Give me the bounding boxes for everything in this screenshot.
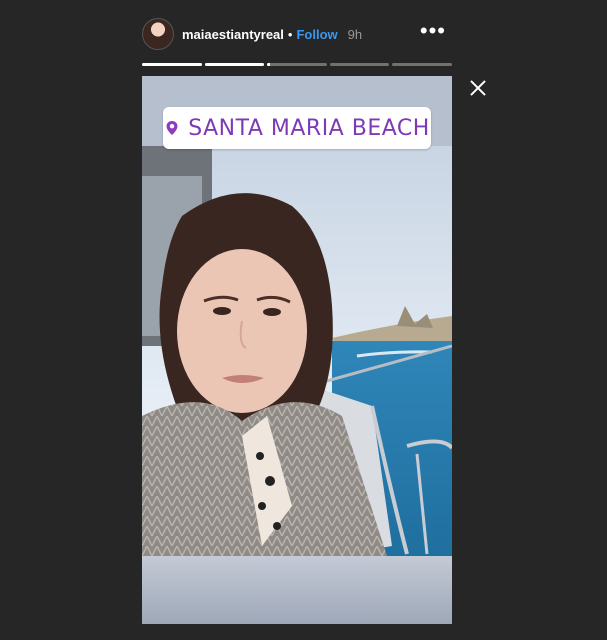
avatar[interactable] (142, 18, 174, 50)
separator: • (287, 26, 293, 42)
timestamp: 9h (347, 26, 363, 42)
progress-segment (392, 63, 452, 66)
follow-button[interactable]: Follow (296, 27, 337, 42)
story-photo (142, 76, 452, 624)
location-sticker[interactable]: SANTA MARIA BEACH (163, 107, 431, 149)
story-media[interactable]: SANTA MARIA BEACH (142, 76, 452, 624)
story-progress (142, 63, 452, 66)
progress-segment (329, 63, 390, 66)
progress-segment (204, 63, 265, 66)
progress-segment (142, 63, 202, 66)
location-pin-icon (166, 121, 178, 135)
progress-segment (267, 63, 327, 66)
close-icon[interactable] (466, 76, 490, 100)
story-header: maiaestiantyreal • Follow 9h ••• (142, 16, 452, 52)
more-options-icon[interactable]: ••• (420, 20, 446, 42)
username[interactable]: maiaestiantyreal (182, 27, 284, 42)
location-name: SANTA MARIA BEACH (188, 115, 430, 141)
